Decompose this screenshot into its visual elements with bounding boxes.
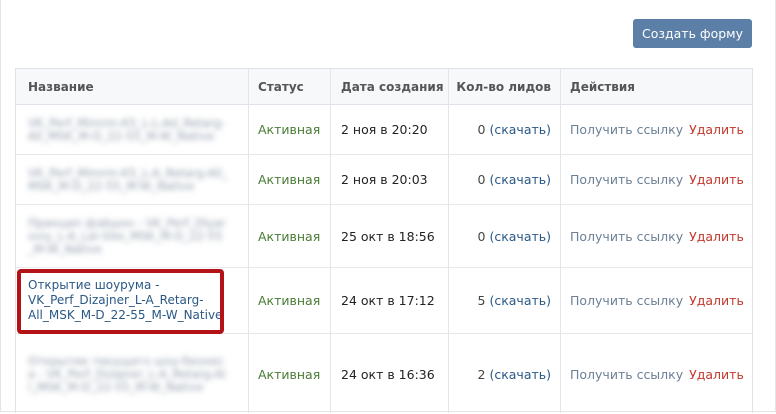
actions-cell: Получить ссылку Удалить: [570, 105, 754, 154]
delete-button[interactable]: Удалить: [689, 172, 744, 187]
column-header-status[interactable]: Статус: [258, 69, 338, 104]
leads-count: 5: [477, 293, 486, 308]
form-name-cell[interactable]: VK_Perf_Mimrm-K5_L-A_Retarg-All_MSK_M-D_…: [28, 155, 248, 204]
delete-button[interactable]: Удалить: [689, 367, 744, 382]
created-date: 24 окт в 16:36: [341, 366, 435, 382]
leads-cell: 2 (скачать): [453, 334, 551, 414]
created-date: 25 окт в 18:56: [341, 228, 435, 244]
form-name-cell[interactable]: Принцип фэйшон - VK_Perf_Dlyaroviy_L-A_L…: [28, 205, 248, 267]
table-row: Открытие текущего шоу-бизнеса - VK_Perf_…: [16, 334, 752, 414]
leads-count: 0: [477, 122, 486, 137]
create-form-button[interactable]: Создать форму: [633, 19, 752, 48]
form-name[interactable]: Открытие текущего шоу-бизнеса - VK_Perf_…: [28, 354, 228, 394]
get-link-button[interactable]: Получить ссылку: [570, 122, 683, 137]
table-row: VK_Perf_Mimrm-K5_L-L-Ad_Retarg-All_MSK_M…: [16, 105, 752, 155]
leads-count: 0: [477, 228, 486, 244]
leads-count: 2: [477, 366, 486, 382]
forms-table: Название Статус Дата создания Кол-во лид…: [15, 68, 753, 413]
get-link-button[interactable]: Получить ссылку: [570, 367, 683, 382]
actions-cell: Получить ссылку Удалить: [570, 205, 754, 267]
table-row: VK_Perf_Mimrm-K5_L-A_Retarg-All_MSK_M-D_…: [16, 155, 752, 205]
download-leads-link[interactable]: (скачать): [489, 122, 551, 137]
table-row: Принцип фэйшон - VK_Perf_Dlyaroviy_L-A_L…: [16, 205, 752, 268]
delete-button[interactable]: Удалить: [689, 293, 744, 308]
status-badge: Активная: [258, 122, 321, 137]
download-leads-link[interactable]: (скачать): [489, 293, 551, 308]
column-header-leads[interactable]: Кол-во лидов: [453, 69, 551, 104]
leads-count: 0: [477, 172, 486, 187]
download-leads-link[interactable]: (скачать): [489, 172, 551, 187]
column-header-actions: Действия: [570, 79, 636, 94]
get-link-button[interactable]: Получить ссылку: [570, 172, 683, 187]
created-date: 2 ноя в 20:03: [341, 172, 428, 187]
created-date: 24 окт в 17:12: [341, 293, 435, 308]
table-row: Открытие шоурума - VK_Perf_Dizajner_L-A_…: [16, 268, 752, 334]
status-badge: Активная: [258, 228, 321, 244]
form-name[interactable]: Открытие шоурума - VK_Perf_Dizajner_L-A_…: [28, 278, 233, 323]
status-badge: Активная: [258, 366, 321, 382]
created-date: 2 ноя в 20:20: [341, 122, 428, 137]
delete-button[interactable]: Удалить: [689, 229, 744, 244]
leads-cell: 5 (скачать): [453, 268, 551, 333]
form-name-cell[interactable]: Открытие текущего шоу-бизнеса - VK_Perf_…: [28, 334, 248, 414]
get-link-button[interactable]: Получить ссылку: [570, 293, 683, 308]
table-header: Название Статус Дата создания Кол-во лид…: [16, 69, 752, 105]
form-name[interactable]: VK_Perf_Mimrm-K5_L-L-Ad_Retarg-All_MSK_M…: [28, 116, 228, 143]
delete-button[interactable]: Удалить: [689, 122, 744, 137]
get-link-button[interactable]: Получить ссылку: [570, 229, 683, 244]
download-leads-link[interactable]: (скачать): [489, 229, 551, 244]
column-header-date[interactable]: Дата создания: [341, 69, 456, 104]
form-name[interactable]: Принцип фэйшон - VK_Perf_Dlyaroviy_L-A_L…: [28, 216, 228, 256]
leads-cell: 0 (скачать): [453, 155, 551, 204]
download-leads-link[interactable]: (скачать): [489, 367, 551, 382]
form-name-cell[interactable]: Открытие шоурума - VK_Perf_Dizajner_L-A_…: [28, 268, 248, 333]
actions-cell: Получить ссылку Удалить: [570, 268, 754, 333]
leads-cell: 0 (скачать): [453, 205, 551, 267]
leads-cell: 0 (скачать): [453, 105, 551, 154]
actions-cell: Получить ссылку Удалить: [570, 155, 754, 204]
status-badge: Активная: [258, 172, 321, 187]
status-badge: Активная: [258, 293, 321, 308]
form-name[interactable]: VK_Perf_Mimrm-K5_L-A_Retarg-All_MSK_M-D_…: [28, 166, 228, 193]
form-name-cell[interactable]: VK_Perf_Mimrm-K5_L-L-Ad_Retarg-All_MSK_M…: [28, 105, 248, 154]
actions-cell: Получить ссылку Удалить: [570, 334, 754, 414]
column-header-name[interactable]: Название: [28, 69, 248, 104]
